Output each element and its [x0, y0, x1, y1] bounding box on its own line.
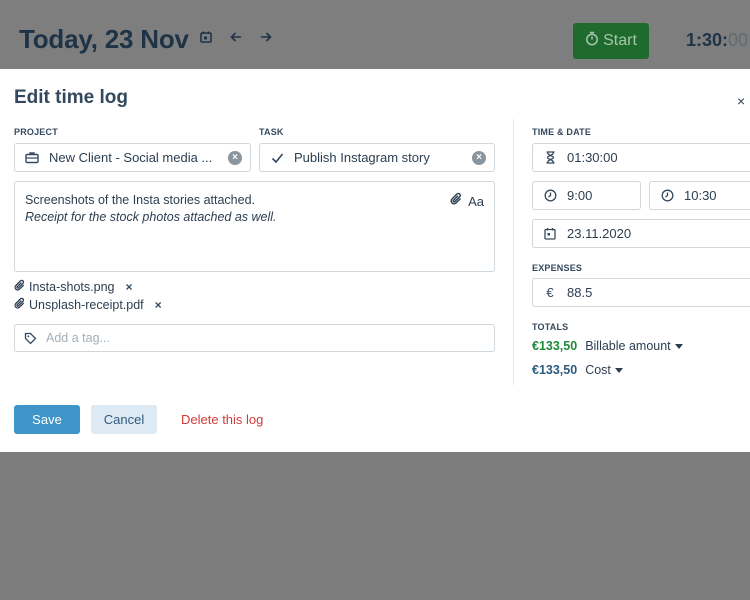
expenses-input[interactable]: € 88.5 [532, 278, 750, 307]
date-input[interactable]: 23.11.2020 [532, 219, 750, 248]
totals-label: TOTALS [532, 322, 569, 332]
project-label: PROJECT [14, 127, 58, 137]
notes-line-1: Screenshots of the Insta stories attache… [25, 193, 255, 207]
save-button[interactable]: Save [14, 405, 80, 434]
close-icon[interactable]: × [737, 93, 745, 109]
attachment-item: Insta-shots.png × [14, 279, 132, 295]
duration-value: 01:30:00 [567, 150, 618, 165]
attachment-name[interactable]: Insta-shots.png [29, 280, 114, 294]
paperclip-icon[interactable] [450, 192, 463, 210]
task-label: TASK [259, 127, 284, 137]
column-divider [513, 119, 514, 385]
cancel-button[interactable]: Cancel [91, 405, 157, 434]
notes-toolbar: Aa [450, 192, 484, 210]
arrow-left-icon[interactable] [229, 30, 245, 46]
check-icon [269, 150, 285, 166]
date-value: 23.11.2020 [567, 226, 632, 241]
paperclip-icon [14, 279, 26, 295]
cost-amount: €133,50 [532, 363, 578, 377]
end-time-input[interactable]: 10:30 [649, 181, 750, 210]
expenses-label: EXPENSES [532, 263, 583, 273]
clear-project-icon[interactable]: × [228, 150, 242, 165]
end-time-value: 10:30 [684, 188, 717, 203]
tag-icon [24, 332, 37, 345]
attachment-item: Unsplash-receipt.pdf × [14, 297, 162, 313]
time-date-label: TIME & DATE [532, 127, 592, 137]
calendar-icon[interactable] [199, 30, 215, 46]
remove-attachment-icon[interactable]: × [125, 280, 132, 294]
start-label: Start [603, 32, 637, 49]
tag-input[interactable]: Add a tag... [14, 324, 495, 352]
clock-icon [659, 188, 675, 204]
project-select[interactable]: New Client - Social media ... × [14, 143, 251, 172]
billable-amount: €133,50 [532, 339, 578, 353]
billable-total-row: €133,50 Billable amount [532, 339, 683, 353]
cost-dropdown-label: Cost [585, 363, 611, 377]
timer-main: 1:30: [686, 30, 729, 50]
start-time-input[interactable]: 9:00 [532, 181, 641, 210]
start-time-value: 9:00 [567, 188, 593, 203]
attachment-name[interactable]: Unsplash-receipt.pdf [29, 298, 144, 312]
duration-input[interactable]: 01:30:00 [532, 143, 750, 172]
cost-dropdown[interactable]: Cost [585, 363, 623, 377]
cost-total-row: €133,50 Cost [532, 363, 623, 377]
caret-down-icon [674, 344, 683, 350]
clear-task-icon[interactable]: × [472, 150, 486, 165]
project-value: New Client - Social media ... [49, 150, 213, 165]
remove-attachment-icon[interactable]: × [155, 298, 162, 312]
timer-seconds: 00 [728, 30, 749, 50]
running-timer: 1:30:00 [686, 30, 748, 51]
background-header: Today, 23 Nov Start 1:30:00 [0, 0, 750, 69]
notes-line-2: Receipt for the stock photos attached as… [25, 210, 277, 224]
paperclip-icon [14, 297, 26, 313]
delete-log-button[interactable]: Delete this log [181, 405, 271, 434]
stopwatch-icon [585, 31, 599, 51]
modal-title: Edit time log [14, 87, 128, 108]
euro-icon: € [546, 285, 554, 300]
page-title: Today, 23 Nov [19, 24, 189, 54]
expenses-value: 88.5 [567, 285, 593, 300]
edit-time-log-modal: Edit time log × PROJECT New Client - Soc… [0, 69, 750, 452]
billable-dropdown-label: Billable amount [585, 339, 671, 353]
notes-textarea[interactable]: Screenshots of the Insta stories attache… [14, 181, 495, 272]
calendar-icon [542, 226, 558, 242]
billable-dropdown[interactable]: Billable amount [585, 339, 683, 353]
caret-down-icon [614, 368, 623, 374]
task-select[interactable]: Publish Instagram story × [259, 143, 495, 172]
start-timer-button[interactable]: Start [573, 23, 649, 59]
briefcase-icon [24, 150, 40, 166]
hourglass-icon [542, 150, 558, 166]
tag-placeholder: Add a tag... [46, 331, 110, 345]
clock-icon [542, 188, 558, 204]
arrow-right-icon[interactable] [259, 30, 275, 46]
task-value: Publish Instagram story [294, 150, 430, 165]
text-format-button[interactable]: Aa [468, 193, 484, 210]
